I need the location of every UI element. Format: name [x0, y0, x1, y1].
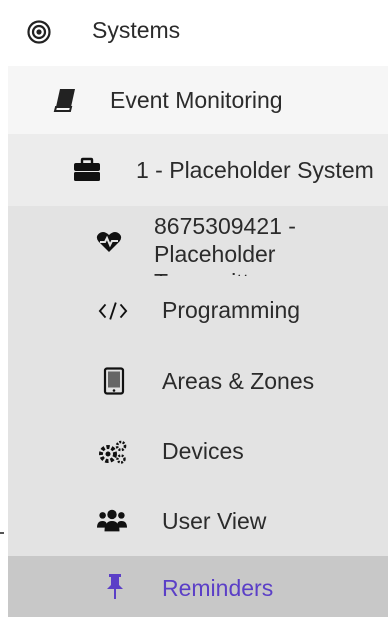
divider-mark	[0, 532, 4, 534]
nav-item-label: Devices	[162, 438, 244, 464]
nav-item-reminders[interactable]: Reminders	[8, 556, 388, 617]
code-icon	[98, 296, 128, 326]
briefcase-icon	[72, 155, 102, 185]
nav-item-label: User View	[162, 508, 267, 534]
nav-item-areas-zones[interactable]: Areas & Zones	[8, 346, 388, 416]
nav-item-label: Areas & Zones	[162, 368, 315, 394]
nav-item-system[interactable]: 1 - Placeholder System	[8, 134, 388, 206]
nav-item-label: Systems	[92, 17, 181, 43]
heart-pulse-icon	[94, 227, 124, 257]
radio-target-icon	[24, 17, 54, 47]
nav-item-programming[interactable]: Programming	[8, 276, 388, 346]
pin-icon	[100, 572, 130, 602]
nav-item-label: 1 - Placeholder System	[136, 157, 374, 183]
nav-item-label: Reminders	[162, 575, 274, 601]
side-navigation: Systems Event Monitoring 1 - Placeholder…	[0, 0, 388, 617]
nav-item-label: Event Monitoring	[110, 87, 283, 113]
nav-item-systems[interactable]: Systems	[0, 0, 388, 62]
book-icon	[50, 85, 80, 115]
cogs-icon	[98, 437, 128, 467]
users-icon	[97, 506, 127, 536]
nav-item-transmitter[interactable]: 8675309421 - Placeholder Transmitter	[8, 206, 388, 276]
tablet-icon	[99, 366, 129, 396]
nav-item-label: Programming	[162, 297, 301, 323]
nav-item-user-view[interactable]: User View	[8, 486, 388, 556]
nav-item-label: 8675309421 - Placeholder Transmitter	[154, 213, 296, 276]
nav-item-devices[interactable]: Devices	[8, 416, 388, 486]
nav-item-event-monitoring[interactable]: Event Monitoring	[8, 66, 388, 134]
